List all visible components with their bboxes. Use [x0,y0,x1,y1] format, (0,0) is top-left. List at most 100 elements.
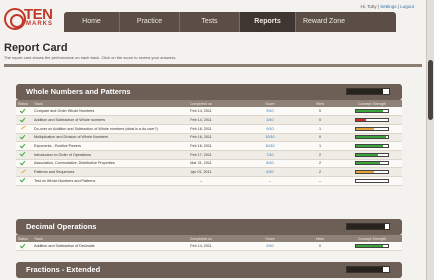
concept-strength-fill [356,245,384,248]
completed-date: Feb 16, 2011 [160,133,242,143]
scrollbar[interactable] [426,0,434,280]
completed-date: Feb 17, 2011 [160,150,242,160]
table-row[interactable]: Compare and Order Whole Numbers Feb 14, 2… [16,107,402,117]
track-name: Addition and Subtraction of Decimals [30,242,160,252]
column-header: Status [17,236,29,241]
page: TEN MARKS Hi, Toby | Settings | Logout H… [0,0,426,280]
concept-strength-cell [342,115,402,125]
table-row[interactable]: Exponents - Positive Powers Feb 16, 2011 1… [16,141,402,151]
column-header: Completed on [189,236,213,241]
column-header: Hints [315,101,325,106]
logo-ring-icon [4,8,26,30]
column-header: Completed on [189,101,213,106]
column-header: Track [34,236,43,241]
hints-count: 0 [298,242,342,252]
track-name: Patterns and Sequences [30,167,160,177]
concept-strength-bar [355,244,389,249]
concept-strength-cell [342,176,402,186]
score-link[interactable]: 6/10 [266,170,273,174]
logout-link[interactable]: Logout [400,4,414,9]
column-header: Concept Strength [358,236,386,241]
track-name: Test on Whole Numbers and Patterns [30,176,160,186]
column-header: Score [265,236,275,241]
status-cell [16,107,30,117]
score-link[interactable]: 10/10 [265,144,274,148]
completed-date: Mar 31, 2011 [160,159,242,169]
section-progress-fill [347,267,383,272]
track-name: Do-over on Addition and Subtraction of W… [30,124,160,134]
completed-date: Feb 16, 2011 [160,124,242,134]
settings-link[interactable]: Settings [380,4,396,9]
section-title: Decimal Operations [26,222,97,231]
table-header-row: Status Track Completed on Score Hints Concept… [16,100,402,107]
tab-practice[interactable]: Practice [120,12,180,32]
scroll-thumb[interactable] [428,60,433,120]
table-row[interactable]: Multiplication and Division of Whole Num… [16,133,402,143]
column-header: Concept Strength [358,101,386,106]
checkmark-icon [20,134,26,140]
tab-home[interactable]: Home [64,12,120,32]
tab-tests[interactable]: Tests [180,12,240,32]
status-cell [16,167,30,177]
score-link[interactable]: 8/10 [266,161,273,165]
hints-count: -- [298,176,342,186]
table-row[interactable]: Association, Commutative, Distributive P… [16,159,402,169]
concept-strength-fill [356,119,366,122]
checkmark-icon [20,151,26,157]
divider [4,64,422,67]
hints-count: 1 [298,141,342,151]
concept-strength-fill [356,145,384,148]
score-link[interactable]: 9/10 [266,109,273,113]
section: Whole Numbers and Patterns Status Track Com… [16,84,402,186]
section: Fractions - Extended [16,262,402,278]
completed-date: Feb 16, 2011 [160,141,242,151]
score-link[interactable]: 9/10 [266,244,273,248]
completed-date: Apr 01, 2011 [160,167,242,177]
column-header: Score [265,101,275,106]
table-row[interactable]: Introduction to Order of Operations Feb 1… [16,150,402,160]
page-subtitle: The report card shows the performance on… [4,55,177,60]
pencil-icon [20,125,26,131]
concept-strength-cell [342,124,402,134]
table-row[interactable]: Do-over on Addition and Subtraction of W… [16,124,402,134]
logo[interactable]: TEN MARKS [4,6,62,30]
table-row[interactable]: Addition and Subtraction of Decimals Feb … [16,242,402,252]
completed-date: -- [160,176,242,186]
concept-strength-bar [355,126,389,131]
section-header[interactable]: Fractions - Extended [16,262,402,278]
track-name: Compare and Order Whole Numbers [30,107,160,117]
section-progress-fill [347,89,383,94]
checkmark-icon [20,160,26,166]
concept-strength-bar [355,118,389,123]
status-cell [16,176,30,186]
score-link[interactable]: 10/10 [265,135,274,139]
track-name: Association, Commutative, Distributive P… [30,159,160,169]
column-header: Track [34,101,43,106]
status-cell [16,115,30,125]
tab-reports[interactable]: Reports [240,12,296,32]
table-header-row: Status Track Completed on Score Hints Concept… [16,235,402,242]
main-nav: Home Practice Tests Reports Reward Zone [64,12,396,32]
column-header: Hints [315,236,325,241]
track-name: Addition and Subtraction of Whole number… [30,115,160,125]
table-row[interactable]: Patterns and Sequences Apr 01, 2011 6/10 2 [16,167,402,177]
tab-reward-zone[interactable]: Reward Zone [296,12,352,32]
section: Decimal Operations Status Track Completed o… [16,219,402,252]
hints-count: 2 [298,159,342,169]
section-header[interactable]: Decimal Operations [16,219,402,235]
score-cell: 6/10 [242,167,298,177]
table-row[interactable]: Test on Whole Numbers and Patterns -- -- -- [16,176,402,186]
score-link[interactable]: 3/10 [266,118,273,122]
score-link[interactable]: 9/10 [266,127,273,131]
section-header[interactable]: Whole Numbers and Patterns [16,84,402,100]
header: TEN MARKS Hi, Toby | Settings | Logout H… [0,0,426,36]
concept-strength-bar [355,152,389,157]
section-progress-fill [347,224,385,229]
section-title: Whole Numbers and Patterns [26,87,131,96]
hints-count: 1 [298,124,342,134]
score-link[interactable]: 7/10 [266,153,273,157]
column-header: Status [17,101,29,106]
score-link[interactable]: -- [269,179,271,183]
concept-strength-cell [342,133,402,143]
table-row[interactable]: Addition and Subtraction of Whole number… [16,115,402,125]
